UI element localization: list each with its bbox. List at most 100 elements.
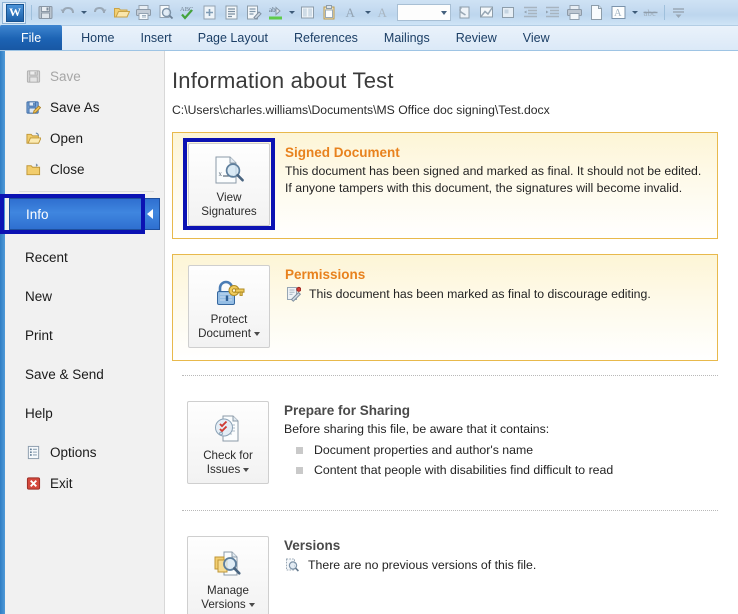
sidebar-item-print[interactable]: Print (5, 320, 164, 351)
paste-icon[interactable] (319, 2, 340, 23)
redo-icon[interactable] (89, 2, 110, 23)
open-folder-icon[interactable] (111, 2, 132, 23)
text-box-icon[interactable]: A (608, 2, 629, 23)
strikethrough-icon[interactable]: abc (640, 2, 661, 23)
section-divider-2 (182, 510, 718, 511)
sidebar-item-open[interactable]: Open (5, 123, 164, 154)
style-combo[interactable] (397, 4, 451, 21)
view-signatures-button[interactable]: x View Signatures (188, 143, 270, 226)
decrease-indent-icon[interactable] (520, 2, 541, 23)
prepare-intro: Before sharing this file, be aware that … (284, 422, 550, 436)
save-icon[interactable] (35, 2, 56, 23)
sidebar-item-exit[interactable]: Exit (5, 468, 164, 499)
protect-document-label-line1: Protect (210, 313, 248, 326)
manage-versions-button[interactable]: Manage Versions (187, 536, 269, 614)
highlight-dropdown-icon[interactable] (287, 2, 296, 23)
tab-mailings[interactable]: Mailings (371, 26, 443, 50)
sidebar-item-label: Print (25, 328, 53, 343)
font-color-dropdown-icon[interactable] (363, 2, 372, 23)
signed-document-heading: Signed Document (285, 145, 400, 160)
permissions-heading: Permissions (285, 267, 366, 282)
check-for-issues-label-line1: Check for (203, 449, 253, 462)
undo-dropdown-icon[interactable] (79, 2, 88, 23)
list-item: Document properties and author's name (284, 440, 708, 460)
document-path: C:\Users\charles.williams\Documents\MS O… (172, 103, 550, 117)
columns-icon[interactable] (297, 2, 318, 23)
sidebar-item-save-as[interactable]: Save As (5, 92, 164, 123)
protect-document-button[interactable]: Protect Document (188, 265, 270, 348)
spelling-grammar-icon[interactable]: ABC (177, 2, 198, 23)
sidebar-divider (19, 191, 154, 192)
track-changes-icon[interactable] (243, 2, 264, 23)
ribbon-tab-bar: File Home Insert Page Layout References … (0, 25, 738, 51)
quick-print-icon[interactable] (133, 2, 154, 23)
highlight-color-icon[interactable]: ab (265, 2, 286, 23)
sidebar-item-options[interactable]: Options (5, 437, 164, 468)
version-icon (284, 557, 300, 578)
attach-file-icon[interactable] (454, 2, 475, 23)
insert-chart-icon[interactable] (476, 2, 497, 23)
insert-object-icon[interactable] (498, 2, 519, 23)
sidebar-item-label: Save As (50, 100, 100, 115)
sidebar-item-recent[interactable]: Recent (5, 242, 164, 273)
print-preview-icon[interactable] (155, 2, 176, 23)
save-icon (25, 68, 42, 85)
word-logo[interactable]: W (2, 1, 26, 24)
dropdown-caret-icon (243, 467, 250, 472)
increase-indent-icon[interactable] (542, 2, 563, 23)
undo-icon[interactable] (57, 2, 78, 23)
sidebar-item-label: New (25, 289, 53, 304)
toolbar-separator-2 (664, 5, 665, 20)
permissions-button-column: Protect Document (183, 265, 275, 348)
tab-page-layout[interactable]: Page Layout (185, 26, 281, 50)
sidebar-item-info[interactable]: Info (9, 198, 160, 230)
tab-review[interactable]: Review (443, 26, 510, 50)
font-color-icon[interactable]: A (341, 2, 362, 23)
printer-icon[interactable] (564, 2, 585, 23)
svg-text:A: A (614, 8, 622, 19)
close-folder-icon (25, 161, 42, 178)
signed-document-panel: x View Signatures Signed Document This d… (172, 132, 718, 239)
signed-document-body: This document has been signed and marked… (285, 164, 702, 195)
check-for-issues-label-line2: Issues (207, 463, 250, 477)
sidebar-item-close[interactable]: Close (5, 154, 164, 185)
versions-status-text: There are no previous versions of this f… (308, 558, 537, 572)
page-icon[interactable] (586, 2, 607, 23)
tab-home[interactable]: Home (68, 26, 127, 50)
permissions-status-text: This document has been marked as final t… (309, 287, 651, 301)
manage-versions-label-line1: Manage (207, 584, 249, 597)
sidebar-item-save[interactable]: Save (5, 61, 164, 92)
customize-toolbar-icon[interactable] (668, 2, 689, 23)
tab-view[interactable]: View (510, 26, 563, 50)
view-signatures-label-line2: Signatures (201, 205, 257, 218)
font-size-icon[interactable]: A (373, 2, 394, 23)
tab-insert[interactable]: Insert (128, 26, 185, 50)
protect-document-icon (212, 275, 246, 311)
section-divider-1 (182, 375, 718, 376)
sidebar-item-save-and-send[interactable]: Save & Send (5, 359, 164, 390)
backstage-navigation: Save Save As Open Close Info Recent New … (0, 51, 165, 614)
sidebar-item-label: Options (50, 445, 97, 460)
sidebar-item-label: Help (25, 406, 53, 421)
permissions-panel: Protect Document Permissions This docume… (172, 254, 718, 361)
bullet-label: Content that people with disabilities fi… (314, 463, 614, 477)
check-for-issues-button[interactable]: Check for Issues (187, 401, 269, 484)
sidebar-item-help[interactable]: Help (5, 398, 164, 429)
sidebar-item-label: Save & Send (25, 367, 104, 382)
versions-status: There are no previous versions of this f… (284, 556, 708, 578)
tab-file[interactable]: File (0, 25, 63, 50)
document-view-icon[interactable] (221, 2, 242, 23)
svg-text:x: x (219, 170, 223, 178)
manage-versions-label-line2: Versions (201, 598, 255, 612)
tab-references[interactable]: References (281, 26, 371, 50)
word-backstage-window: W ABC ab A A A abc File Home Insert Page… (0, 0, 738, 614)
sidebar-item-new[interactable]: New (5, 281, 164, 312)
toolbar-separator (31, 5, 32, 20)
svg-text:A: A (346, 5, 356, 20)
bullet-label: Document properties and author's name (314, 443, 534, 457)
permissions-status: This document has been marked as final t… (285, 285, 707, 307)
exit-icon (25, 475, 42, 492)
sidebar-item-label: Exit (50, 476, 73, 491)
new-document-icon[interactable] (199, 2, 220, 23)
text-box-dropdown-icon[interactable] (630, 2, 639, 23)
